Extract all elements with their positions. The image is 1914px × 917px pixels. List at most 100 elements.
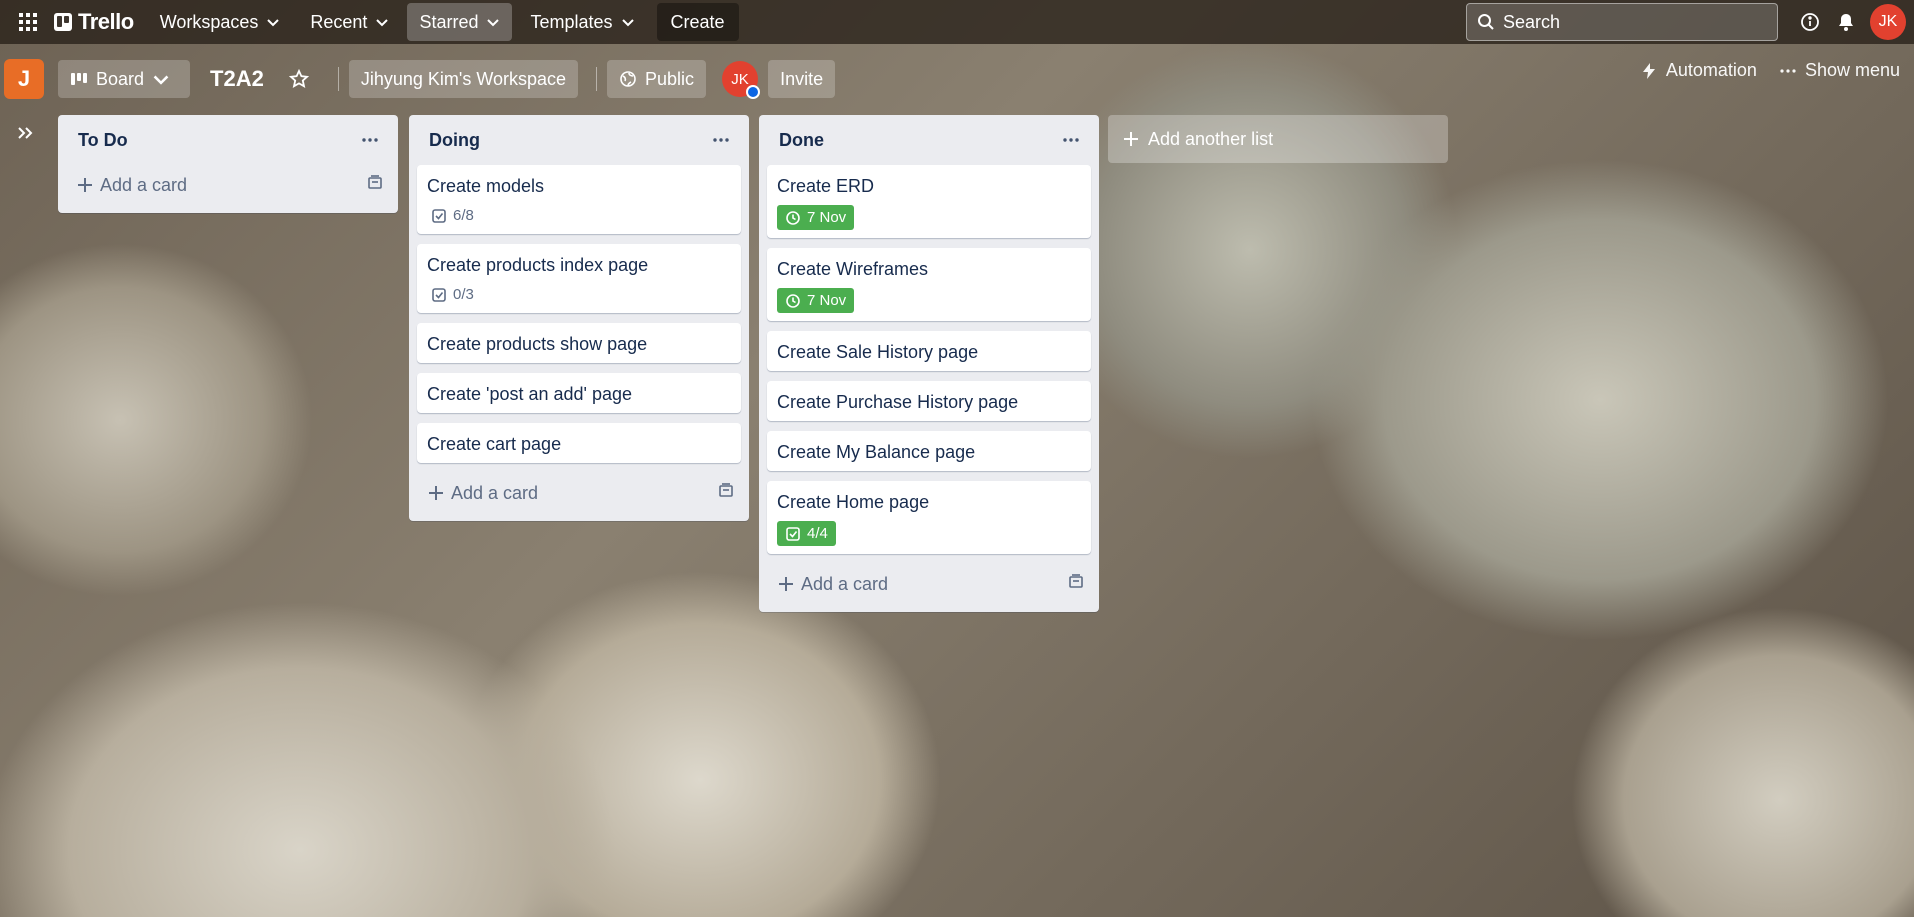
- trello-logo[interactable]: Trello: [54, 9, 134, 35]
- board-header: J Board T2A2 Jihyung Kim's Workspace Pub…: [0, 48, 1914, 110]
- list-title[interactable]: Done: [779, 130, 824, 151]
- list-menu-icon[interactable]: [354, 124, 386, 156]
- app-switcher-icon[interactable]: [12, 6, 44, 38]
- add-card-button[interactable]: Add a card: [427, 483, 538, 504]
- list-header: Done: [767, 115, 1091, 165]
- card-badges: 6/8: [427, 205, 731, 226]
- board-view-icon: [71, 73, 87, 85]
- visibility-label: Public: [645, 68, 695, 89]
- card[interactable]: Create 'post an add' page: [417, 373, 741, 413]
- board-title[interactable]: T2A2: [198, 60, 276, 98]
- card-title: Create Wireframes: [777, 259, 929, 279]
- checklist-icon: [432, 287, 446, 302]
- checklist-count: 6/8: [453, 207, 474, 224]
- search-icon: [1478, 14, 1494, 30]
- card[interactable]: Create Sale History page: [767, 331, 1091, 371]
- clock-icon: [786, 210, 800, 225]
- clock-icon: [786, 293, 800, 308]
- list-to-do: To Do Add a card: [58, 115, 398, 213]
- nav-templates[interactable]: Templates: [518, 3, 646, 41]
- member-initials: JK: [731, 70, 749, 88]
- due-date-badge[interactable]: 7 Nov: [777, 288, 855, 313]
- add-card-button[interactable]: Add a card: [777, 574, 888, 595]
- card[interactable]: Create models 6/8: [417, 165, 741, 234]
- checklist-complete-badge: 4/4: [777, 521, 836, 546]
- list-header: To Do: [66, 115, 390, 165]
- nav-recent[interactable]: Recent: [298, 3, 401, 41]
- board-view-label: Board: [96, 68, 145, 89]
- card-title: Create cart page: [427, 434, 562, 454]
- star-board-button[interactable]: [280, 60, 318, 98]
- card-title: Create 'post an add' page: [427, 384, 633, 404]
- list-menu-icon[interactable]: [1055, 124, 1087, 156]
- card[interactable]: Create cart page: [417, 423, 741, 463]
- member-avatar[interactable]: JK: [722, 61, 761, 99]
- card-badges: 7 Nov: [777, 288, 1081, 313]
- checklist-badge: 0/3: [427, 284, 478, 305]
- header-right: Automation Show menu: [1618, 60, 1900, 81]
- nav-starred[interactable]: Starred: [407, 3, 513, 41]
- add-card-label: Add a card: [801, 573, 889, 594]
- card-badges: 4/4: [777, 521, 1081, 546]
- card[interactable]: Create Wireframes 7 Nov: [767, 248, 1091, 321]
- add-list-label: Add another list: [1148, 128, 1274, 149]
- card-template-icon[interactable]: [366, 174, 384, 197]
- admin-chip-icon: [746, 85, 761, 99]
- board-view-switcher[interactable]: Board: [58, 60, 191, 98]
- show-menu-label: Show menu: [1804, 60, 1900, 80]
- workspace-button[interactable]: Jihyung Kim's Workspace: [348, 60, 579, 98]
- card-template-icon[interactable]: [1067, 573, 1085, 596]
- card-template-icon[interactable]: [717, 482, 735, 505]
- add-card-label: Add a card: [100, 174, 188, 195]
- list-menu-icon[interactable]: [705, 124, 737, 156]
- add-card-row: Add a card: [417, 473, 741, 513]
- list-done: Done Create ERD 7 Nov Create Wireframes …: [759, 115, 1099, 612]
- chevron-down-icon: [487, 19, 500, 27]
- due-date: 7 Nov: [807, 292, 847, 309]
- visibility-button[interactable]: Public: [607, 60, 707, 98]
- card[interactable]: Create Purchase History page: [767, 381, 1091, 421]
- card[interactable]: Create Home page 4/4: [767, 481, 1091, 554]
- bell-icon[interactable]: [1828, 4, 1864, 40]
- nav-starred-label: Starred: [419, 11, 479, 32]
- chevron-down-icon: [376, 19, 389, 27]
- card-title: Create products index page: [427, 255, 649, 275]
- due-date-badge[interactable]: 7 Nov: [777, 205, 855, 230]
- card-title: Create Purchase History page: [777, 392, 1019, 412]
- card[interactable]: Create My Balance page: [767, 431, 1091, 471]
- card-badges: 0/3: [427, 284, 731, 305]
- plus-icon: [429, 486, 443, 500]
- plus-icon: [1124, 132, 1138, 146]
- show-menu-button[interactable]: Show menu: [1779, 60, 1900, 81]
- nav-recent-label: Recent: [310, 11, 368, 32]
- add-card-button[interactable]: Add a card: [76, 175, 187, 196]
- search-input[interactable]: Search: [1466, 3, 1778, 41]
- list-title[interactable]: Doing: [429, 130, 480, 151]
- user-avatar[interactable]: JK: [1870, 4, 1906, 40]
- create-button[interactable]: Create: [656, 3, 739, 41]
- nav-workspaces-label: Workspaces: [159, 11, 259, 32]
- invite-button[interactable]: Invite: [768, 60, 836, 98]
- chevron-down-icon: [621, 19, 634, 27]
- card[interactable]: Create products index page 0/3: [417, 244, 741, 313]
- workspace-badge[interactable]: J: [4, 59, 44, 99]
- card-title: Create ERD: [777, 176, 875, 196]
- card[interactable]: Create products show page: [417, 323, 741, 363]
- header-divider: [337, 67, 339, 91]
- info-icon[interactable]: [1792, 4, 1828, 40]
- trello-logo-icon: [54, 13, 72, 31]
- add-list-button[interactable]: Add another list: [1108, 115, 1448, 163]
- card[interactable]: Create ERD 7 Nov: [767, 165, 1091, 238]
- list-title[interactable]: To Do: [78, 130, 128, 151]
- add-card-row: Add a card: [66, 165, 390, 205]
- more-icon: [1780, 68, 1796, 73]
- nav-templates-label: Templates: [530, 11, 613, 32]
- add-card-label: Add a card: [451, 482, 539, 503]
- checklist-icon: [432, 208, 446, 223]
- chevron-down-icon: [153, 75, 169, 85]
- automation-button[interactable]: Automation: [1640, 60, 1757, 81]
- checklist-icon: [786, 526, 800, 541]
- nav-workspaces[interactable]: Workspaces: [148, 3, 293, 41]
- globe-icon: [620, 71, 636, 87]
- sidebar-expand-icon[interactable]: [10, 118, 40, 148]
